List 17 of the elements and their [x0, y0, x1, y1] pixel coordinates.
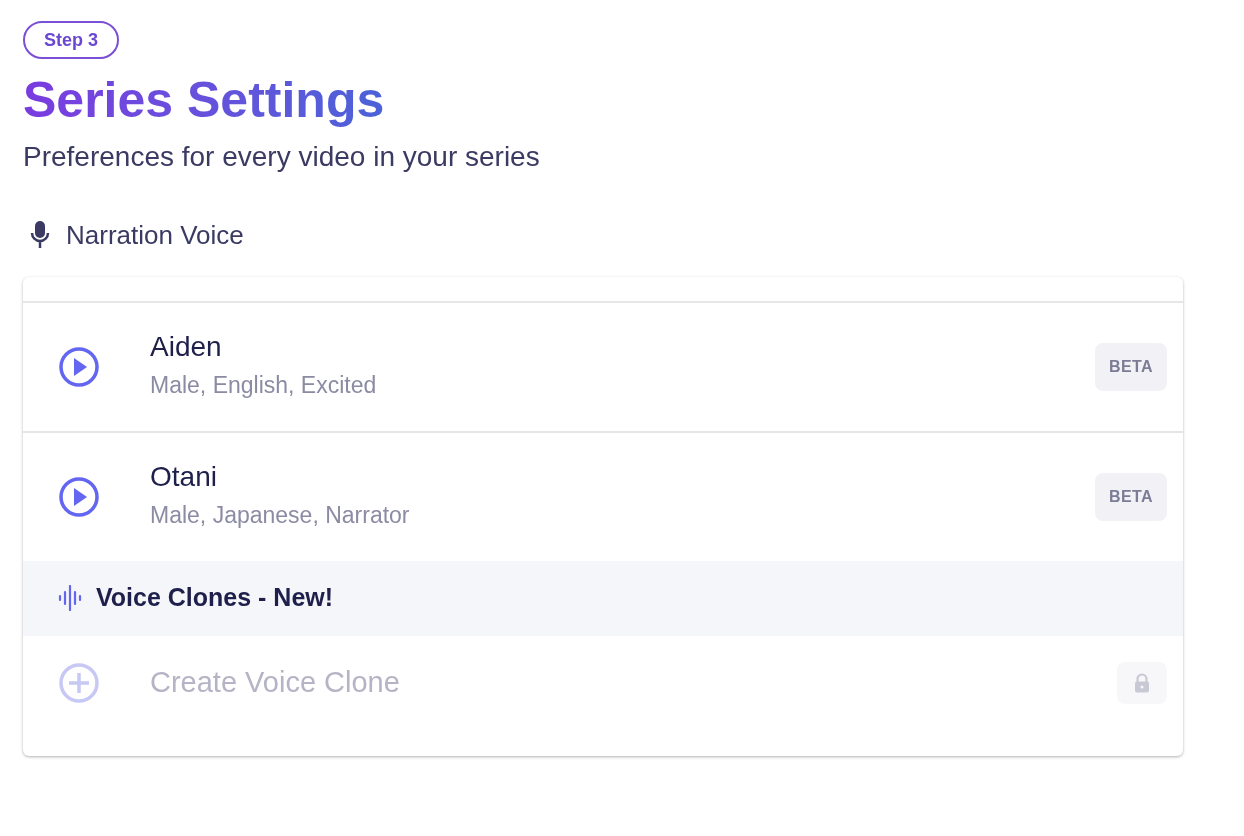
microphone-icon — [30, 220, 50, 250]
waveform-icon — [58, 585, 84, 611]
play-icon[interactable] — [58, 345, 100, 388]
play-icon[interactable] — [58, 475, 100, 518]
voice-name: Aiden — [150, 333, 223, 362]
beta-tag: BETA — [1095, 472, 1167, 521]
section-label: Narration Voice — [66, 218, 244, 252]
voice-name: Otani — [150, 463, 218, 492]
beta-tag: BETA — [1095, 342, 1167, 391]
voice-option[interactable]: Aiden Male, English, Excited BETA — [23, 300, 1183, 431]
page-subtitle: Preferences for every video in your series — [23, 139, 541, 174]
step-label: Step 3 — [23, 21, 120, 59]
section-title: Voice Clones - New! — [96, 582, 334, 614]
voice-details: Male, Japanese, Narrator — [150, 501, 411, 530]
option-label: Create Voice Clone — [150, 665, 401, 701]
lock-icon — [1117, 662, 1167, 704]
voice-details: Male, English, Excited — [150, 371, 378, 400]
